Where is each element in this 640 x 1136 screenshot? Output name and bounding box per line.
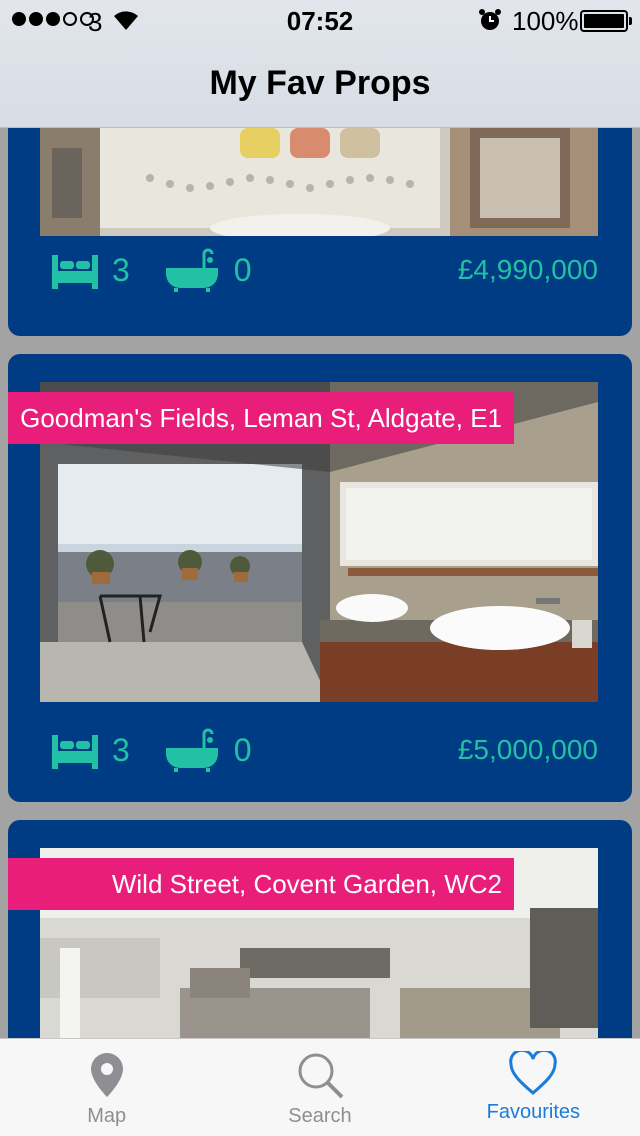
- bathrooms-stat: 0: [164, 248, 252, 292]
- bedrooms-stat: 3: [52, 731, 130, 769]
- battery-icon: [580, 10, 632, 32]
- listing-card[interactable]: Wild Street, Covent Garden, WC2: [8, 820, 632, 1038]
- search-icon: [298, 1053, 344, 1099]
- listing-stats: 3 0 £4,990,000: [52, 246, 598, 294]
- page-title: My Fav Props: [209, 64, 431, 102]
- map-pin-icon: [90, 1053, 123, 1097]
- property-photo: [40, 128, 598, 236]
- listing-card[interactable]: 3 0 £4,990,000: [8, 128, 632, 336]
- bedrooms-count: 3: [112, 731, 130, 768]
- heart-icon: [509, 1051, 558, 1095]
- tab-bar: Map Search Favourites: [0, 1038, 640, 1136]
- tab-search-label: Search: [288, 1105, 352, 1127]
- battery-percent: 100%: [512, 6, 579, 36]
- favourites-list[interactable]: 3 0 £4,990,000 Goodman's Fields, Leman S…: [0, 128, 640, 1038]
- bedrooms-stat: 3: [52, 251, 130, 289]
- bathrooms-stat: 0: [164, 728, 252, 772]
- bed-icon: [52, 735, 98, 769]
- bathrooms-count: 0: [233, 251, 252, 288]
- status-bar: 3 07:52 100%: [0, 0, 640, 40]
- top-bar: 3 07:52 100% My Fav Props: [0, 0, 640, 128]
- alarm-icon: [479, 9, 501, 30]
- listing-price: £4,990,000: [457, 254, 598, 285]
- tab-search[interactable]: Search: [213, 1039, 426, 1136]
- listing-card[interactable]: Goodman's Fields, Leman St, Aldgate, E1 …: [8, 354, 632, 802]
- listing-price: £5,000,000: [457, 734, 598, 765]
- bath-icon: [165, 728, 218, 772]
- listing-address: Wild Street, Covent Garden, WC2: [8, 858, 514, 910]
- bath-icon: [165, 248, 218, 292]
- bed-icon: [52, 255, 98, 289]
- tab-favourites[interactable]: Favourites: [427, 1039, 640, 1136]
- tab-map-label: Map: [87, 1105, 127, 1127]
- bedrooms-count: 3: [112, 251, 130, 288]
- listing-stats: 3 0 £5,000,000: [52, 726, 598, 774]
- tab-favourites-label: Favourites: [486, 1101, 580, 1123]
- listing-address: Goodman's Fields, Leman St, Aldgate, E1: [8, 392, 514, 444]
- tab-map[interactable]: Map: [0, 1039, 213, 1136]
- bathrooms-count: 0: [233, 731, 252, 768]
